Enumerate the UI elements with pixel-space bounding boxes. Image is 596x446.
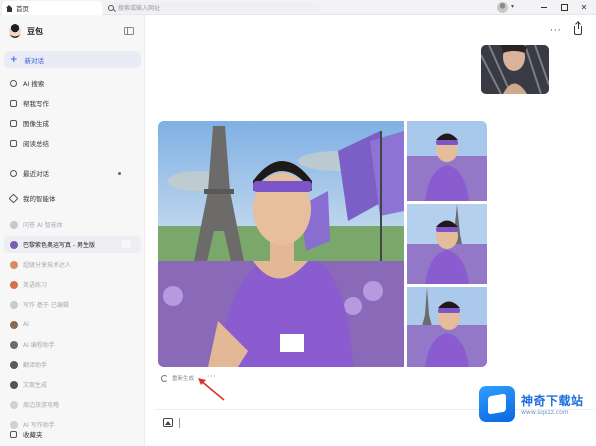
pen-icon [10,99,17,107]
text-cursor [179,418,180,428]
brand[interactable]: 豆包 [9,24,43,38]
section-label: 最近对话 [23,170,49,178]
chevron-down-icon[interactable]: ▾ [511,3,514,10]
conversation-label: 超级分享技术达人 [23,262,72,269]
section-label: 我的智能体 [23,195,56,203]
sidebar-item-reading[interactable]: 阅读总结 [4,135,141,151]
conversation-item[interactable]: 巴黎紫色奥运写真 - 男生版 [4,236,141,253]
sidebar-collapse-icon[interactable] [124,27,134,35]
regenerate-label: 重新生成 [172,376,195,382]
address-placeholder: 搜索或输入网址 [118,5,161,12]
generated-image-thumb-3[interactable] [407,287,487,367]
image-icon [10,119,17,127]
conversation-item[interactable]: 超级分享技术达人 [4,256,141,273]
bookmark-icon [10,430,17,438]
share-icon[interactable] [574,22,582,35]
watermark-logo [479,386,515,422]
generated-image-main[interactable] [158,121,404,367]
sidebar-item-label: 图像生成 [23,120,49,128]
conversation-avatar [10,320,18,329]
conversation-item[interactable]: 文案生成 [4,376,141,393]
conversation-avatar [10,280,18,289]
conversation-item[interactable]: 英语练习 [4,276,141,293]
sidebar-item-label: 阅读总结 [23,140,49,148]
sidebar-item-label: AI 搜索 [23,80,45,88]
search-icon [108,4,114,11]
conversation-item[interactable]: 问答 AI 智能体 [4,216,141,233]
conversation-avatar [10,240,18,249]
uploaded-photo-thumbnail[interactable] [481,45,549,94]
regenerate-button[interactable]: 重新生成 [161,374,194,382]
plus-icon: + [10,54,18,65]
my-agents-header[interactable]: 我的智能体 [4,190,141,206]
address-bar[interactable]: 搜索或输入网址 [104,2,319,13]
browser-tab[interactable]: 首页 [2,1,102,15]
new-chat-button[interactable]: + 新对话 [4,51,141,68]
conversation-avatar [10,400,18,409]
conversation-item[interactable]: 周边旅游攻略 [4,396,141,413]
conversation-avatar [10,340,18,349]
conversation-item[interactable]: 翻译助手 [4,356,141,373]
conversation-avatar [10,220,18,229]
sidebar-item-writing[interactable]: 帮我写作 [4,95,141,111]
account-avatar[interactable] [497,2,508,13]
annotation-arrow [198,378,225,401]
conversation-avatar [10,260,18,269]
maximize-button[interactable] [558,1,570,13]
watermark-title: 神奇下载站 [521,394,584,408]
search-icon [10,79,17,87]
conversation-item[interactable]: AI 编程助手 [4,336,141,353]
conversation-label: 英语练习 [23,282,48,289]
conversation-avatar [10,360,18,369]
favorites-label: 收藏夹 [23,431,43,439]
conversation-label: 周边旅游攻略 [23,402,60,409]
chat-icon [10,169,17,177]
app-name: 豆包 [27,26,43,36]
conversation-avatar [10,300,18,309]
sidebar-item-label: 帮我写作 [23,100,49,108]
agent-icon [8,193,19,203]
watermark-url: www.sqxzz.com [521,409,569,416]
conversation-more-button[interactable] [121,240,131,248]
tab-title: 首页 [16,5,29,13]
conversation-label: 翻译助手 [23,362,48,369]
conversation-item[interactable]: AI [4,316,141,333]
conversation-label: 文案生成 [23,382,48,389]
conversation-label: AI 编程助手 [23,342,55,349]
watermark: 神奇下载站 www.sqxzz.com [479,386,584,422]
minimize-button[interactable] [538,1,550,13]
conversation-item[interactable]: 写作 基于 已编辑 [4,296,141,313]
conversation-label: 问答 AI 智能体 [23,222,63,229]
sidebar-item-ai-search[interactable]: AI 搜索 [4,75,141,91]
generated-image-thumb-1[interactable] [407,121,487,201]
sidebar: 豆包 + 新对话 AI 搜索 帮我写作 图像生成 阅读总结 最近对话 我的智能体… [0,15,145,446]
window-titlebar: 首页 搜索或输入网址 ▾ ✕ [0,0,596,15]
conversation-label: 写作 基于 已编辑 [23,302,69,309]
more-options-button[interactable]: ··· [550,26,562,36]
conversation-avatar [10,380,18,389]
book-icon [10,139,17,147]
recent-conversations-header[interactable]: 最近对话 [4,165,141,181]
home-icon [6,4,13,12]
conversation-label: AI [23,321,29,328]
conversation-label: 巴黎紫色奥运写真 - 男生版 [23,242,95,249]
refresh-icon [161,374,168,382]
generated-image-thumb-2[interactable] [407,204,487,284]
image-upload-icon[interactable] [163,418,173,427]
close-button[interactable]: ✕ [578,1,590,13]
dot-icon [118,172,121,175]
new-chat-label: 新对话 [24,56,45,65]
app-avatar [9,24,21,38]
sidebar-item-image-gen[interactable]: 图像生成 [4,115,141,131]
favorites-item[interactable]: 收藏夹 [4,426,141,442]
generated-image-grid [158,121,487,367]
